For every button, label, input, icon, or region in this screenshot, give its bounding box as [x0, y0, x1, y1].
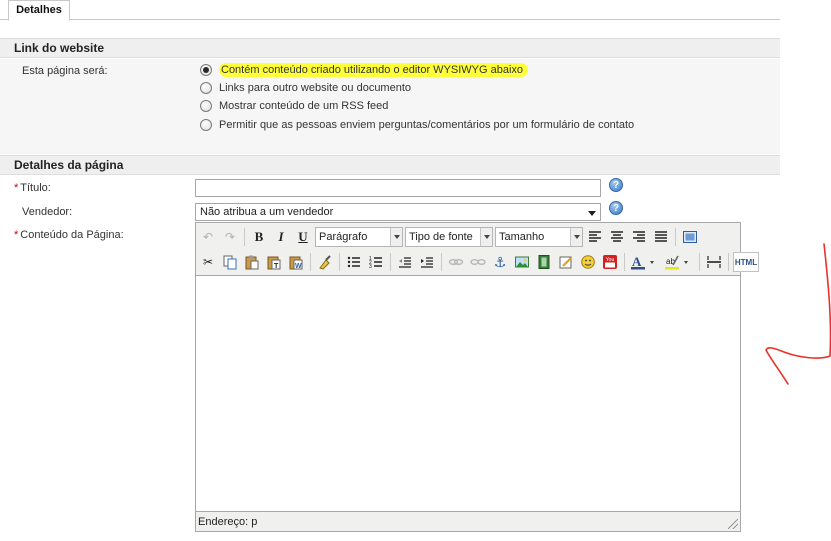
help-icon[interactable]: ? [609, 178, 623, 192]
editor-toolbar-row-1: ↶ ↷ B I U Parágrafo Tipo de fonte Tamanh… [198, 225, 700, 249]
editor-content-area[interactable] [196, 275, 740, 512]
font-size-select[interactable]: Tamanho [495, 227, 583, 247]
align-justify-icon[interactable] [651, 227, 671, 247]
font-family-select[interactable]: Tipo de fonte [405, 227, 493, 247]
undo-icon[interactable]: ↶ [198, 227, 218, 247]
editor-toolbar-row-2: ✂ T W 123 ⚓ You A ab HTML [198, 250, 759, 274]
text-color-icon[interactable]: A [629, 252, 661, 272]
section-header-details: Detalhes da página [0, 155, 780, 175]
numbered-list-icon[interactable]: 123 [366, 252, 386, 272]
radio-label: Mostrar conteúdo de um RSS feed [219, 100, 389, 112]
html-source-button[interactable]: HTML [733, 252, 759, 272]
align-right-icon[interactable] [629, 227, 649, 247]
tab-detalhes[interactable]: Detalhes [8, 0, 70, 21]
radio-option-rss[interactable]: Mostrar conteúdo de um RSS feed [200, 97, 388, 115]
copy-icon[interactable] [220, 252, 240, 272]
emoticon-icon[interactable] [578, 252, 598, 272]
image-icon[interactable] [512, 252, 532, 272]
paste-text-icon[interactable]: T [264, 252, 284, 272]
radio-button[interactable] [200, 64, 212, 76]
font-family-select-value: Tipo de fonte [409, 231, 473, 243]
radio-option-link[interactable]: Links para outro website ou documento [200, 79, 411, 97]
underline-button[interactable]: U [293, 227, 313, 247]
required-marker: * [14, 229, 19, 241]
resize-grip-icon[interactable] [728, 519, 738, 529]
tab-bar: Detalhes [0, 0, 780, 21]
title-label: * Título: [14, 182, 51, 194]
anchor-icon[interactable]: ⚓ [490, 252, 510, 272]
svg-text:A: A [632, 254, 642, 269]
toolbar-separator [675, 228, 676, 246]
cut-icon[interactable]: ✂ [198, 252, 218, 272]
indent-icon[interactable] [417, 252, 437, 272]
toolbar-separator [441, 253, 442, 271]
page-type-label: Esta página será: [22, 65, 108, 77]
toolbar-separator [310, 253, 311, 271]
highlight-color-icon[interactable]: ab [663, 252, 695, 272]
toolbar-separator [339, 253, 340, 271]
align-left-icon[interactable] [585, 227, 605, 247]
help-icon[interactable]: ? [609, 201, 623, 215]
chevron-down-icon [570, 228, 582, 246]
italic-button[interactable]: I [271, 227, 291, 247]
youtube-icon-text: You [606, 257, 615, 263]
paste-word-icon[interactable]: W [286, 252, 306, 272]
font-size-select-value: Tamanho [499, 231, 545, 243]
svg-text:T: T [274, 263, 279, 270]
content-label-text: Conteúdo da Página: [20, 229, 124, 241]
toolbar-separator [390, 253, 391, 271]
content-label: * Conteúdo da Página: [14, 229, 124, 241]
title-label-text: Título: [20, 182, 51, 194]
title-input[interactable] [195, 179, 601, 197]
media-icon[interactable] [534, 252, 554, 272]
bold-button[interactable]: B [249, 227, 269, 247]
edit-html-icon[interactable] [556, 252, 576, 272]
toolbar-separator [244, 228, 245, 246]
radio-button[interactable] [200, 119, 212, 131]
toolbar-separator [624, 253, 625, 271]
fullscreen-icon[interactable] [680, 227, 700, 247]
unlink-icon[interactable] [468, 252, 488, 272]
paste-icon[interactable] [242, 252, 262, 272]
vendor-select[interactable]: Não atribua a um vendedor [195, 203, 601, 221]
toolbar-separator [728, 253, 729, 271]
radio-label: Links para outro website ou documento [219, 82, 412, 94]
radio-label: Contém conteúdo criado utilizando o edit… [219, 63, 529, 77]
chevron-down-icon [588, 211, 596, 216]
outdent-icon[interactable] [395, 252, 415, 272]
align-center-icon[interactable] [607, 227, 627, 247]
bullet-list-icon[interactable] [344, 252, 364, 272]
annotation-arrow-icon [765, 243, 831, 385]
vendor-select-value: Não atribua a um vendedor [200, 206, 334, 218]
toolbar-separator [699, 253, 700, 271]
chevron-down-icon [480, 228, 492, 246]
format-select-value: Parágrafo [319, 231, 368, 243]
youtube-icon[interactable]: You [600, 252, 620, 272]
redo-icon[interactable]: ↷ [220, 227, 240, 247]
chevron-down-icon [390, 228, 402, 246]
wysiwyg-editor: ↶ ↷ B I U Parágrafo Tipo de fonte Tamanh… [195, 222, 759, 532]
editor-status-path: Endereço: p [198, 516, 258, 528]
svg-text:W: W [295, 263, 302, 270]
link-icon[interactable] [446, 252, 466, 272]
radio-button[interactable] [200, 82, 212, 94]
radio-button[interactable] [200, 100, 212, 112]
radio-label: Permitir que as pessoas enviem perguntas… [219, 119, 635, 131]
section-header-link: Link do website [0, 38, 780, 58]
required-marker: * [14, 182, 19, 194]
horizontal-rule-icon[interactable] [704, 252, 724, 272]
vendor-label: Vendedor: [22, 206, 73, 218]
radio-option-wysiwyg[interactable]: Contém conteúdo criado utilizando o edit… [200, 61, 529, 79]
radio-option-contact-form[interactable]: Permitir que as pessoas enviem perguntas… [200, 116, 634, 134]
clean-format-icon[interactable] [315, 252, 335, 272]
format-select[interactable]: Parágrafo [315, 227, 403, 247]
svg-text:3: 3 [369, 264, 372, 270]
